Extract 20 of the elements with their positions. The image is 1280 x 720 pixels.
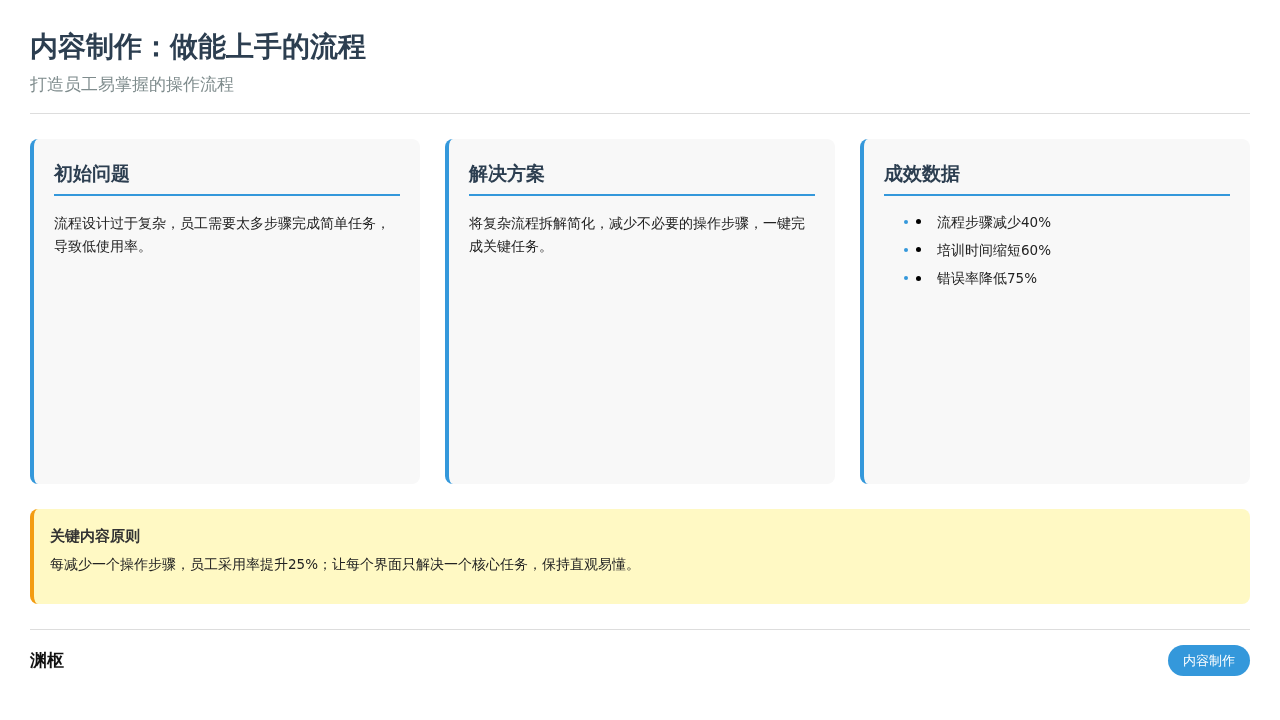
list-item-text: 错误率降低75%	[937, 269, 1037, 289]
brand-name: 渊枢	[30, 648, 64, 672]
bullet-icon	[904, 276, 908, 281]
page-title: 内容制作：做能上手的流程	[30, 30, 367, 64]
card-text: 将复杂流程拆解简化，减少不必要的操作步骤，一键完成关键任务。	[469, 213, 806, 257]
list-item-text: 流程步骤减少40%	[937, 212, 1051, 232]
bullet-icon	[904, 247, 908, 252]
bullet-icon	[916, 247, 921, 253]
callout-title: 关键内容原则	[50, 526, 141, 548]
card-title: 初始问题	[54, 159, 400, 196]
page-subtitle: 打造员工易掌握的操作流程	[30, 72, 235, 96]
bullet-icon	[904, 219, 908, 224]
card-title: 成效数据	[884, 159, 1230, 196]
card-text: 流程设计过于复杂，员工需要太多步骤完成简单任务，导致低使用率。	[54, 213, 391, 257]
bullet-icon	[916, 275, 921, 281]
category-tag: 内容制作	[1168, 644, 1250, 677]
callout-text: 每减少一个操作步骤，员工采用率提升25%；让每个界面只解决一个核心任务，保持直观易懂。	[50, 554, 641, 574]
list-item-text: 培训时间缩短60%	[937, 240, 1051, 260]
card-title: 解决方案	[469, 159, 815, 196]
bullet-icon	[916, 219, 921, 225]
